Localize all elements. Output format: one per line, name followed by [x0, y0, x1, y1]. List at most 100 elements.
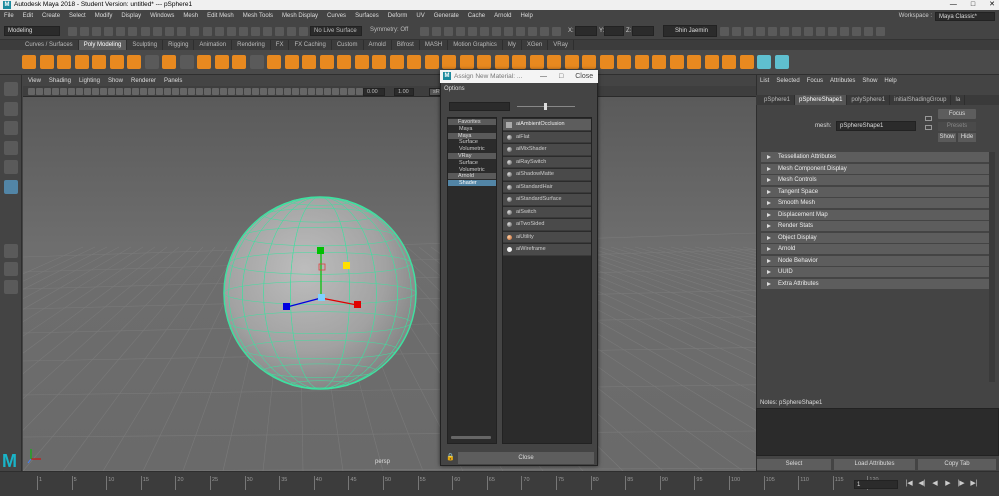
viewport-tool-icon[interactable]: [76, 88, 83, 95]
shelf-tool-icon[interactable]: [319, 55, 334, 69]
shader-item-aiutility[interactable]: aiUtility: [503, 231, 591, 243]
playback-button[interactable]: |◀: [905, 480, 913, 488]
status-tool-icon[interactable]: [732, 27, 741, 36]
tree-scrollbar[interactable]: [451, 436, 491, 439]
attr-section-node-behavior[interactable]: Node Behavior: [761, 255, 989, 266]
shader-item-aitwosided[interactable]: aiTwoSided: [503, 219, 591, 231]
mesh-name-field[interactable]: pSphereShape1: [836, 121, 916, 131]
select-tool-icon[interactable]: [4, 180, 18, 194]
shelf-tool-icon[interactable]: [284, 55, 299, 69]
playback-button[interactable]: ▶|: [970, 480, 978, 488]
menu-create[interactable]: Create: [42, 13, 60, 19]
shelf-tool-icon[interactable]: [774, 55, 789, 69]
tree-item-favorites[interactable]: Favorites: [448, 119, 496, 125]
viewport-tool-icon[interactable]: [140, 88, 147, 95]
viewport-tool-icon[interactable]: [324, 88, 331, 95]
viewport-tool-icon[interactable]: [196, 88, 203, 95]
attr-section-uuid[interactable]: UUID: [761, 267, 989, 277]
status-tool-icon[interactable]: [80, 27, 89, 36]
current-frame-field[interactable]: 1: [854, 480, 898, 489]
status-tool-icon[interactable]: [141, 27, 150, 36]
viewport-tool-icon[interactable]: [100, 88, 107, 95]
viewport-tool-icon[interactable]: [260, 88, 267, 95]
perspective-viewport[interactable]: [23, 97, 756, 471]
viewport-tool-icon[interactable]: [268, 88, 275, 95]
gamma-field[interactable]: 1.00: [394, 88, 414, 96]
shelf-tool-icon[interactable]: [704, 55, 719, 69]
status-tool-icon[interactable]: [456, 27, 465, 36]
attr-menu-selected[interactable]: Selected: [776, 76, 799, 86]
status-tool-icon[interactable]: [816, 27, 825, 36]
slider-thumb[interactable]: [544, 103, 547, 110]
tool-icon[interactable]: [4, 262, 18, 276]
status-tool-icon[interactable]: [92, 27, 101, 36]
viewport-tool-icon[interactable]: [92, 88, 99, 95]
menu-mesh-display[interactable]: Mesh Display: [282, 13, 318, 19]
status-tool-icon[interactable]: [468, 27, 477, 36]
viewport-menu-view[interactable]: View: [28, 76, 41, 86]
menu-uv[interactable]: UV: [416, 13, 424, 19]
sphere-mesh[interactable]: [223, 196, 417, 390]
shelf-tool-icon[interactable]: [127, 55, 141, 69]
z-field[interactable]: [632, 26, 654, 36]
status-tool-icon[interactable]: [432, 27, 441, 36]
hide-button[interactable]: Hide: [958, 133, 976, 142]
show-button[interactable]: Show: [938, 133, 956, 142]
shader-item-aiwireframe[interactable]: aiWireframe: [503, 244, 591, 256]
status-tool-icon[interactable]: [840, 27, 849, 36]
live-surface-field[interactable]: No Live Surface: [310, 26, 362, 36]
tree-item-surface[interactable]: Surface: [448, 160, 496, 166]
load-attributes-button[interactable]: Load Attributes: [834, 459, 915, 470]
shelf-tool-icon[interactable]: [302, 55, 316, 69]
shelf-tool-icon[interactable]: [92, 55, 106, 69]
viewport-tool-icon[interactable]: [252, 88, 259, 95]
shelf-tool-icon[interactable]: [494, 55, 509, 69]
tool-icon[interactable]: [4, 82, 18, 96]
shelf-tool-icon[interactable]: [617, 55, 631, 69]
viewport-tool-icon[interactable]: [108, 88, 115, 95]
shelf-tool-icon[interactable]: [407, 55, 421, 69]
shelf-tool-icon[interactable]: [739, 55, 754, 69]
attr-tab-psphere1[interactable]: pSphere1: [760, 95, 796, 105]
symmetry-dropdown[interactable]: Symmetry: Off: [367, 26, 409, 36]
viewport-tool-icon[interactable]: [300, 88, 307, 95]
shelf-tab-my[interactable]: My: [503, 40, 522, 50]
tree-item-volumetric[interactable]: Volumetric: [448, 146, 496, 152]
options-menu[interactable]: Options: [444, 86, 465, 92]
menu-file[interactable]: File: [4, 13, 14, 19]
shelf-tool-icon[interactable]: [354, 55, 369, 69]
exposure-field[interactable]: 0.00: [363, 88, 385, 96]
menu-surfaces[interactable]: Surfaces: [355, 13, 379, 19]
viewport-tool-icon[interactable]: [164, 88, 171, 95]
viewport-tool-icon[interactable]: [228, 88, 235, 95]
menu-mesh-tools[interactable]: Mesh Tools: [243, 13, 273, 19]
status-tool-icon[interactable]: [287, 27, 296, 36]
shelf-tab-xgen[interactable]: XGen: [522, 40, 549, 50]
shelf-tab-rendering[interactable]: Rendering: [232, 40, 271, 50]
tree-item-vray[interactable]: VRay: [448, 153, 496, 159]
material-search-input[interactable]: [449, 102, 510, 111]
shelf-tab-fx[interactable]: FX: [271, 40, 290, 50]
shelf-tool-icon[interactable]: [214, 55, 229, 69]
status-tool-icon[interactable]: [116, 27, 125, 36]
notes-field[interactable]: [756, 408, 999, 456]
viewport-tool-icon[interactable]: [292, 88, 299, 95]
attr-menu-attributes[interactable]: Attributes: [830, 76, 855, 86]
shader-item-airayswitch[interactable]: aiRaySwitch: [503, 156, 591, 168]
status-tool-icon[interactable]: [128, 27, 137, 36]
shader-item-aiambientocclusion[interactable]: aiAmbientOcclusion: [503, 119, 591, 131]
status-tool-icon[interactable]: [275, 27, 284, 36]
status-tool-icon[interactable]: [165, 27, 174, 36]
shelf-tab-animation[interactable]: Animation: [194, 40, 233, 50]
attr-tab-psphereshape1[interactable]: pSphereShape1: [795, 95, 848, 105]
status-tool-icon[interactable]: [251, 27, 260, 36]
viewport-tool-icon[interactable]: [276, 88, 283, 95]
dialog-minimize-button[interactable]: —: [540, 70, 547, 83]
playback-button[interactable]: ▶: [944, 480, 952, 488]
x-field[interactable]: [575, 26, 597, 36]
viewport-tool-icon[interactable]: [284, 88, 291, 95]
workspace-dropdown[interactable]: Maya Classic*: [935, 11, 995, 21]
shelf-tab-mash[interactable]: MASH: [420, 40, 449, 50]
attr-section-arnold[interactable]: Arnold: [761, 244, 989, 254]
tool-icon[interactable]: [4, 102, 18, 116]
